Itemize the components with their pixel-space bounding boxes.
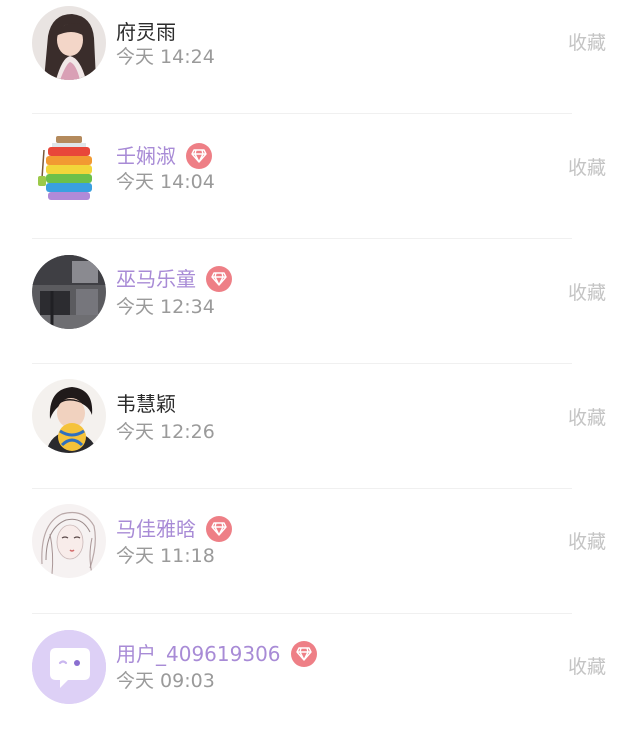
timestamp: 今天 11:18 (116, 545, 215, 567)
avatar[interactable] (32, 504, 106, 578)
list-item[interactable]: 府灵雨 今天 14:24 收藏 (0, 0, 640, 124)
favorite-button[interactable]: 收藏 (568, 654, 606, 680)
diamond-icon (206, 516, 232, 542)
contact-name[interactable]: 府灵雨 (116, 18, 176, 46)
timestamp: 今天 12:26 (116, 421, 215, 443)
avatar[interactable] (32, 379, 106, 453)
diamond-icon (290, 641, 317, 667)
list-item[interactable]: 韦慧颖 今天 12:26 收藏 (0, 374, 640, 498)
contact-name[interactable]: 马佳雅晗 (116, 515, 196, 543)
divider (32, 613, 572, 614)
divider (32, 488, 572, 489)
name-row: 壬娴淑 (116, 140, 212, 172)
avatar[interactable] (32, 132, 106, 206)
contact-name[interactable]: 巫马乐童 (116, 265, 196, 293)
timestamp: 今天 09:03 (116, 670, 215, 692)
contact-name[interactable]: 用户_409619306 (116, 640, 281, 668)
avatar-sketch-woman-icon (32, 504, 106, 578)
favorite-button[interactable]: 收藏 (568, 30, 606, 56)
name-row: 用户_409619306 (116, 638, 317, 670)
favorite-button[interactable]: 收藏 (568, 529, 606, 555)
list-item[interactable]: 马佳雅晗 今天 11:18 收藏 (0, 499, 640, 623)
list-item[interactable]: 壬娴淑 今天 14:04 收藏 (0, 124, 640, 248)
avatar-dark-room-icon (32, 255, 106, 329)
divider (32, 238, 572, 239)
favorite-button[interactable]: 收藏 (568, 280, 606, 306)
timestamp: 今天 14:24 (116, 46, 215, 68)
avatar-girl-long-hair-icon (32, 6, 106, 80)
contact-name[interactable]: 壬娴淑 (116, 142, 176, 170)
list-item[interactable]: 巫马乐童 今天 12:34 收藏 (0, 249, 640, 373)
divider (32, 363, 572, 364)
contact-name[interactable]: 韦慧颖 (116, 390, 176, 418)
avatar[interactable] (32, 6, 106, 80)
name-row: 马佳雅晗 (116, 513, 232, 545)
avatar[interactable] (32, 255, 106, 329)
name-row: 韦慧颖 (116, 388, 176, 420)
avatar-girl-volleyball-icon (32, 379, 106, 453)
timestamp: 今天 14:04 (116, 171, 215, 193)
diamond-icon (186, 143, 212, 169)
diamond-icon (206, 266, 232, 292)
contact-list: 府灵雨 今天 14:24 收藏 壬娴淑 今天 14:04 收藏 巫马乐童 今天 … (0, 0, 640, 720)
favorite-button[interactable]: 收藏 (568, 405, 606, 431)
list-item[interactable]: 用户_409619306 今天 09:03 收藏 (0, 624, 640, 748)
favorite-button[interactable]: 收藏 (568, 155, 606, 181)
avatar-rainbow-jar-icon (32, 132, 106, 206)
avatar[interactable] (32, 630, 106, 704)
divider (32, 113, 572, 114)
timestamp: 今天 12:34 (116, 296, 215, 318)
name-row: 巫马乐童 (116, 263, 232, 295)
avatar-default-chat-icon (32, 630, 106, 704)
